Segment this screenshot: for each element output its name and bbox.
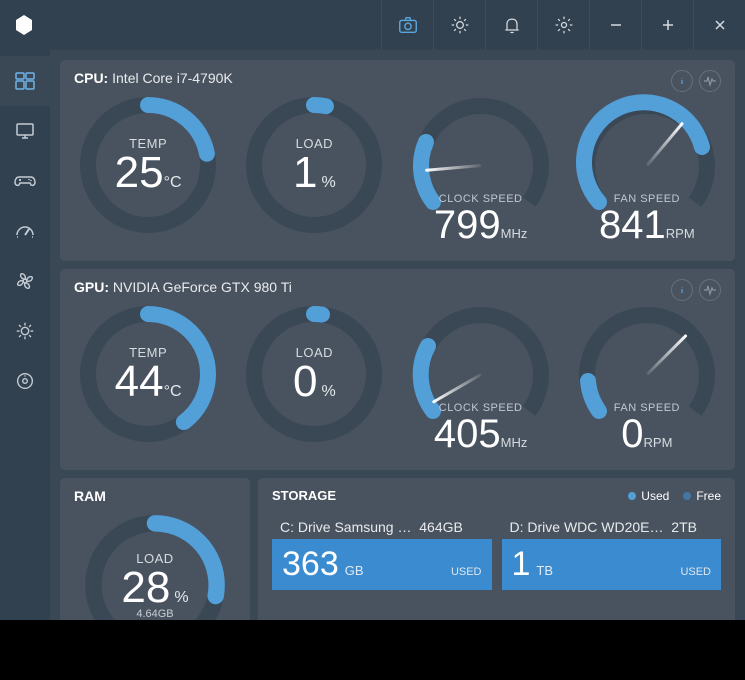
- sidebar: [0, 50, 50, 620]
- gpu-temp-gauge: TEMP 44°C: [74, 301, 222, 456]
- info-icon[interactable]: [671, 70, 693, 92]
- gpu-header: GPU: NVIDIA GeForce GTX 980 Ti: [74, 279, 721, 295]
- cpu-temp-gauge: TEMP 25°C: [74, 92, 222, 247]
- titlebar: [0, 0, 745, 50]
- sidebar-speed[interactable]: [0, 206, 50, 256]
- drive-d: D: Drive WDC WD20E… 2TB 1 TB USED: [502, 515, 722, 590]
- cpu-panel: CPU: Intel Core i7-4790K TEMP: [60, 60, 735, 261]
- content: CPU: Intel Core i7-4790K TEMP: [50, 50, 745, 620]
- minimize-button[interactable]: [589, 0, 641, 50]
- pulse-icon[interactable]: [699, 279, 721, 301]
- drive-c: C: Drive Samsung … 464GB 363 GB USED: [272, 515, 492, 590]
- gpu-load-gauge: LOAD 0%: [240, 301, 388, 456]
- cpu-fan-gauge: FAN SPEED 841RPM: [573, 92, 721, 247]
- cpu-header: CPU: Intel Core i7-4790K: [74, 70, 721, 86]
- storage-panel: STORAGE Used Free C: Drive Samsung … 464…: [258, 478, 735, 620]
- legend-free: Free: [683, 489, 721, 503]
- cpu-load-gauge: LOAD 1%: [240, 92, 388, 247]
- screenshot-icon[interactable]: [381, 0, 433, 50]
- sidebar-storage[interactable]: [0, 356, 50, 406]
- cpu-clock-gauge: CLOCK SPEED 799MHz: [407, 92, 555, 247]
- gpu-fan-gauge: FAN SPEED 0RPM: [573, 301, 721, 456]
- notifications-icon[interactable]: [485, 0, 537, 50]
- info-icon[interactable]: [671, 279, 693, 301]
- maximize-button[interactable]: [641, 0, 693, 50]
- settings-icon[interactable]: [537, 0, 589, 50]
- sidebar-dashboard[interactable]: [0, 56, 50, 106]
- pulse-icon[interactable]: [699, 70, 721, 92]
- legend-used: Used: [628, 489, 669, 503]
- sidebar-fan[interactable]: [0, 256, 50, 306]
- close-button[interactable]: [693, 0, 745, 50]
- sidebar-lighting[interactable]: [0, 306, 50, 356]
- sidebar-gaming[interactable]: [0, 156, 50, 206]
- ram-panel: RAM LOAD 28% 4.64GB: [60, 478, 250, 620]
- sidebar-monitor[interactable]: [0, 106, 50, 156]
- theme-icon[interactable]: [433, 0, 485, 50]
- app-logo-icon: [10, 11, 38, 39]
- gpu-panel: GPU: NVIDIA GeForce GTX 980 Ti TEMP 4: [60, 269, 735, 470]
- gpu-clock-gauge: CLOCK SPEED 405MHz: [407, 301, 555, 456]
